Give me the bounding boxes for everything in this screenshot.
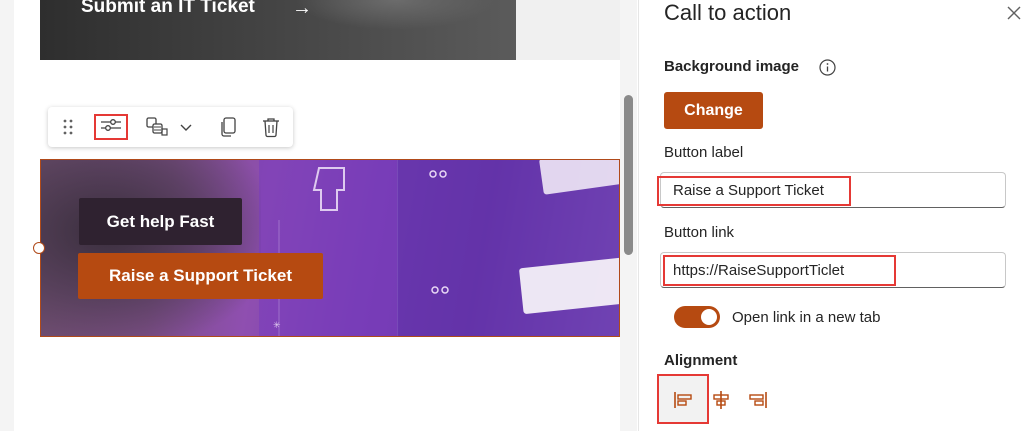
pane-title: Call to action [664,0,792,25]
page-canvas: Submit an IT Ticket → ✳ Get help Fast Ra… [0,0,637,431]
delete-icon[interactable] [260,115,282,139]
drag-handle-icon[interactable] [60,115,76,139]
property-pane: Call to action Background image Change B… [638,0,1024,431]
align-left-icon[interactable] [670,387,696,413]
button-link-label: Button link [664,224,735,241]
background-image-panel: ✳ [259,160,399,336]
button-label-value: Raise a Support Ticket [673,181,824,199]
canvas-scrollbar-thumb[interactable] [624,95,633,255]
background-image [41,160,261,336]
align-right-icon[interactable] [745,387,771,413]
resize-handle[interactable] [33,242,45,254]
decorative-illustration: ✳ [273,167,345,336]
arrow-right-icon: → [292,0,312,19]
toggle-knob [701,309,717,325]
canvas-gutter [516,0,620,60]
raise-support-ticket-button[interactable]: Raise a Support Ticket [78,253,323,299]
chevron-down-icon[interactable] [178,115,194,139]
swap-layout-icon[interactable] [144,115,170,139]
button-label-label: Button label [664,144,744,161]
svg-text:✳: ✳ [273,321,281,331]
webpart-toolbar [48,107,293,147]
info-icon[interactable] [819,59,836,76]
button-label-field[interactable]: Raise a Support Ticket [660,172,1006,208]
open-new-tab-toggle[interactable] [674,306,720,328]
button-link-value: https://RaiseSupportTiclet [673,261,845,279]
open-new-tab-label: Open link in a new tab [732,309,881,326]
close-icon[interactable] [1005,4,1023,22]
edit-webpart-button[interactable] [94,114,128,140]
duplicate-icon[interactable] [218,115,238,139]
change-image-button[interactable]: Change [664,92,763,129]
button-link-field[interactable]: https://RaiseSupportTiclet [660,252,1006,288]
hero-webpart[interactable]: Submit an IT Ticket → [40,0,516,60]
align-center-icon[interactable] [708,387,734,413]
get-help-fast-button[interactable]: Get help Fast [79,198,242,245]
alignment-label: Alignment [664,352,738,369]
hero-link-text[interactable]: Submit an IT Ticket [81,0,255,18]
background-image-label: Background image [664,58,800,75]
call-to-action-webpart[interactable]: ✳ [40,159,620,337]
edit-settings-icon [100,117,122,138]
